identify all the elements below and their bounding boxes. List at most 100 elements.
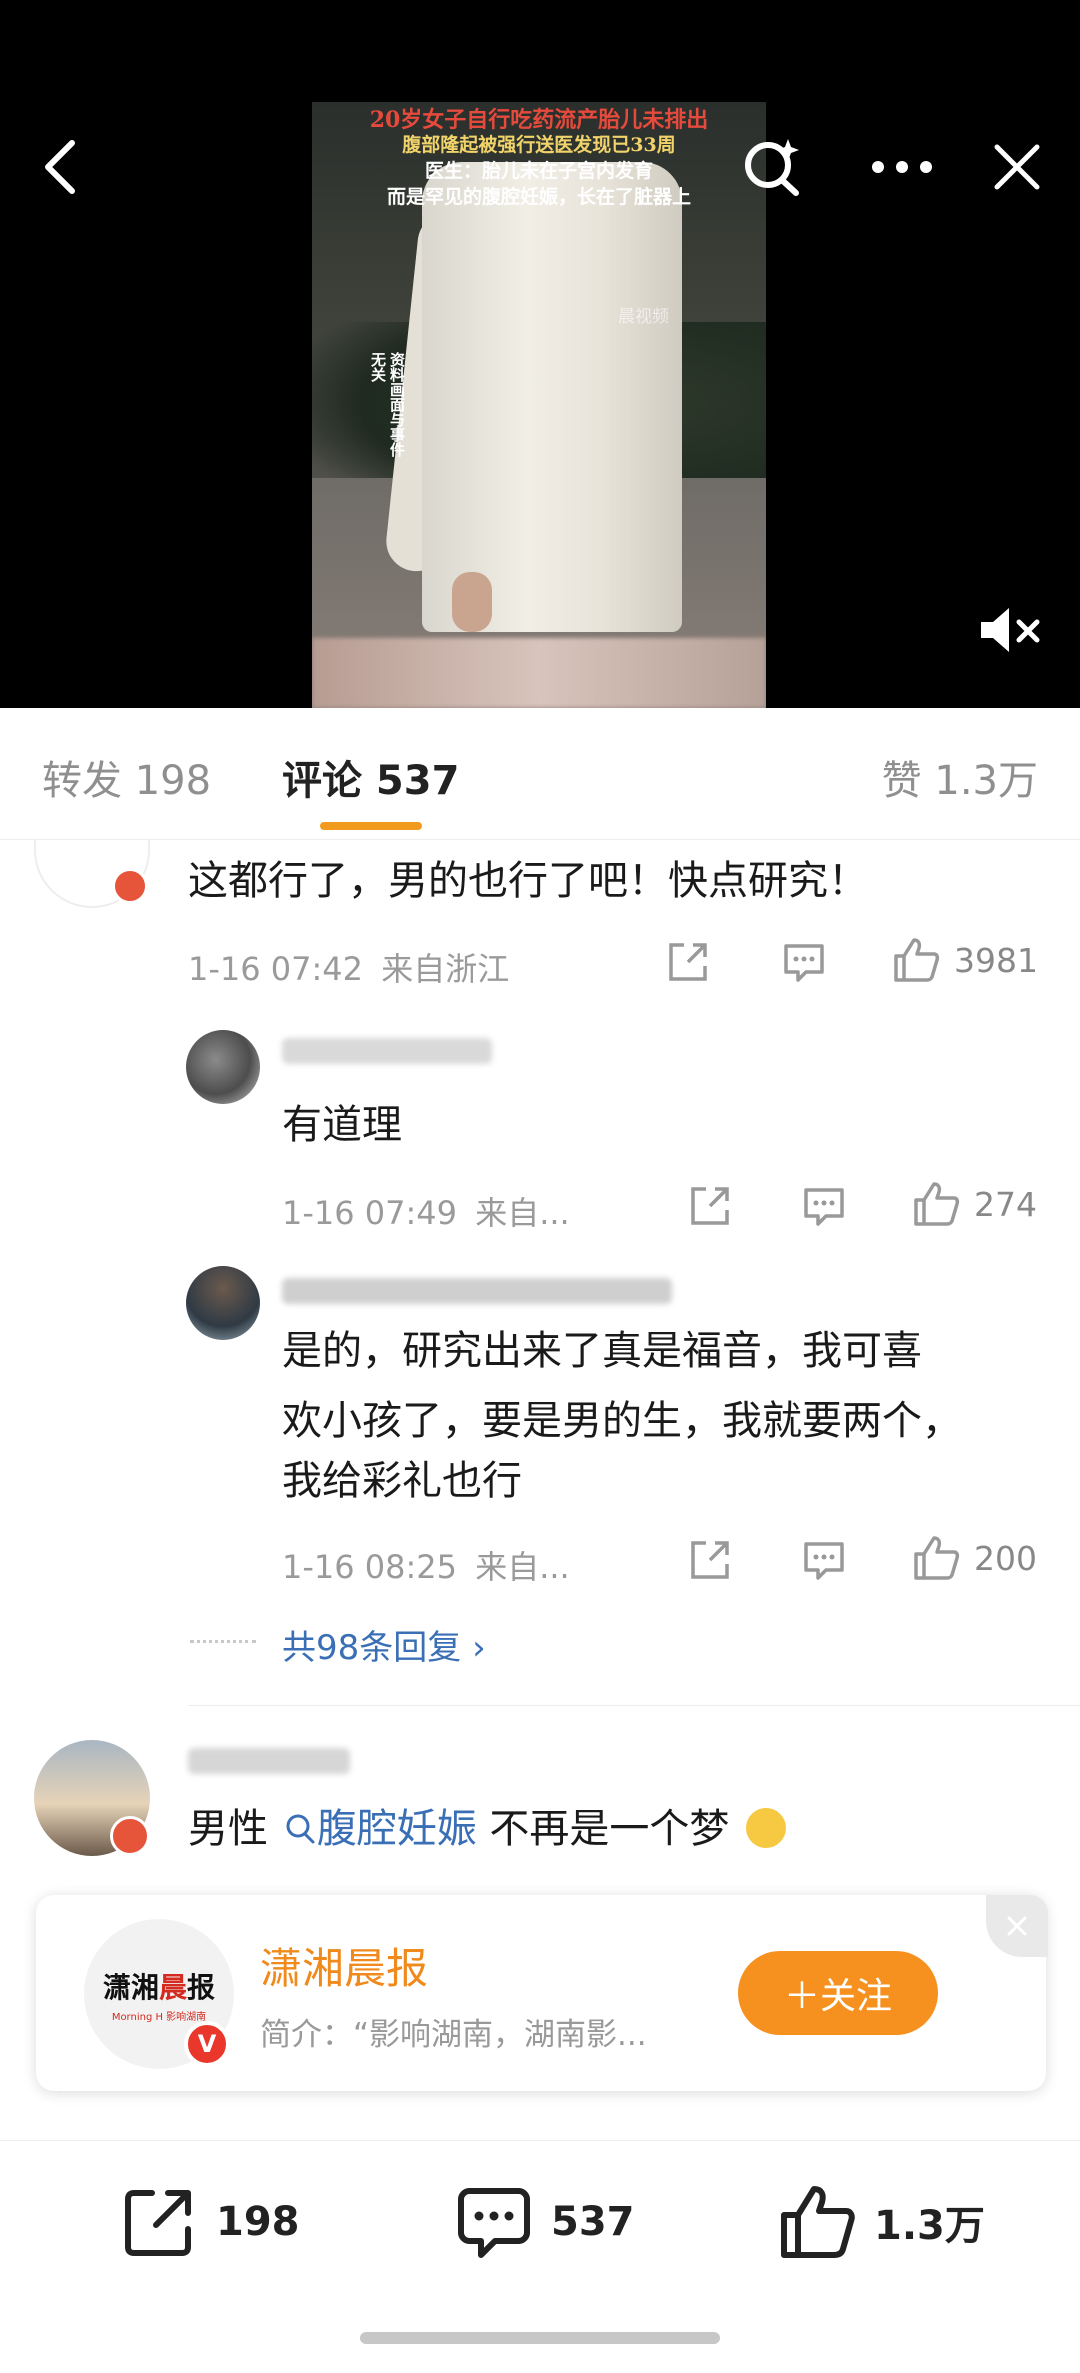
video-caption-line-4: 而是罕见的腹腔妊娠，长在了脏器上 xyxy=(386,186,691,208)
video-caption-line-2: 腹部隆起被强行送医发现已33周 xyxy=(402,134,676,156)
logo-text-a: 潇湘 xyxy=(102,1970,159,2004)
video-frame[interactable]: 20岁女子自行吃药流产胎儿未排出 腹部隆起被强行送医发现已33周 医生：胎儿未在… xyxy=(312,102,766,708)
reply-timestamp: 1-16 08:25 xyxy=(282,1548,458,1586)
video-player[interactable]: 20岁女子自行吃药流产胎儿未排出 腹部隆起被强行送医发现已33周 医生：胎儿未在… xyxy=(0,0,1080,708)
publisher-intro: 简介：“影响湖南，湖南影... xyxy=(260,2017,647,2053)
crying-face-emoji-icon xyxy=(746,1808,787,1848)
bottom-action-bar: 198 537 1.3万 xyxy=(0,2140,1080,2300)
reply-time: 1-16 08:25 来自... xyxy=(282,1542,570,1588)
reply-text-line-2: 欢小孩了，要是男的生，我就要两个， xyxy=(282,1398,962,1444)
view-more-replies-link[interactable]: 共98条回复 › xyxy=(282,1620,486,1669)
reply-location: 来自... xyxy=(475,1194,570,1232)
like-count: 200 xyxy=(974,1538,1037,1578)
repost-button[interactable]: 198 xyxy=(120,2183,300,2261)
comment-text-prefix: 男性 xyxy=(188,1806,268,1852)
publisher-logo-subtext: Morning H 影响湖南 xyxy=(111,2011,207,2023)
video-figure-hand xyxy=(452,572,492,632)
video-watermark: 晨视频 xyxy=(618,307,669,327)
speaker-muted-icon xyxy=(981,608,1040,652)
share-reply-button[interactable] xyxy=(688,1538,732,1582)
reply-text: 有道理 xyxy=(282,1102,402,1148)
comment-count: 537 xyxy=(551,2199,635,2245)
username-blurred[interactable] xyxy=(282,1278,672,1304)
reply-reply-button[interactable] xyxy=(802,1538,846,1582)
repost-count: 198 xyxy=(216,2199,300,2245)
reply-dots-divider xyxy=(190,1640,256,1643)
reply-comment-button[interactable] xyxy=(782,940,826,984)
thumbs-up-icon xyxy=(914,1182,960,1226)
video-figure xyxy=(422,162,682,632)
verified-badge-icon: V xyxy=(184,2021,230,2067)
reply-time: 1-16 07:49 来自... xyxy=(282,1188,570,1234)
user-badge-icon xyxy=(112,868,148,904)
username-blurred[interactable] xyxy=(188,1748,350,1774)
tab-repost[interactable]: 转发 198 xyxy=(42,748,211,806)
close-button[interactable] xyxy=(985,135,1049,199)
reply-reply-button[interactable] xyxy=(802,1184,846,1228)
video-caption-line-3: 医生：胎儿未在子宫内发育 xyxy=(424,160,653,182)
comment-tabs: 转发 198 评论 537 赞 1.3万 xyxy=(0,708,1080,840)
publisher-logo-text: 潇湘晨报 xyxy=(103,1966,215,2006)
search-icon xyxy=(286,1814,315,1844)
thumbs-up-icon xyxy=(894,938,940,982)
follow-button[interactable]: ＋关注 xyxy=(738,1951,938,2035)
more-dots-icon xyxy=(872,161,932,173)
tab-like[interactable]: 赞 1.3万 xyxy=(882,748,1038,806)
search-icon xyxy=(745,139,799,196)
reply-timestamp: 1-16 07:49 xyxy=(282,1194,458,1232)
chevron-left-icon xyxy=(45,140,75,194)
reply-text-line-1: 是的，研究出来了真是福音，我可喜 xyxy=(282,1328,922,1374)
search-button[interactable] xyxy=(740,135,804,199)
like-count: 3981 xyxy=(954,940,1038,980)
tab-comment[interactable]: 评论 537 xyxy=(282,748,459,806)
logo-text-c: 报 xyxy=(187,1970,216,2004)
active-tab-indicator xyxy=(320,822,422,830)
mute-button[interactable] xyxy=(975,600,1045,660)
like-count: 1.3万 xyxy=(874,2203,985,2249)
share-comment-button[interactable] xyxy=(666,940,710,984)
avatar[interactable] xyxy=(186,1030,260,1104)
like-count: 274 xyxy=(974,1184,1037,1224)
hashtag-link[interactable]: 腹腔妊娠 xyxy=(281,1806,477,1852)
like-reply-button[interactable]: 200 xyxy=(912,1534,1037,1582)
like-comment-button[interactable]: 3981 xyxy=(892,936,1038,984)
user-badge-icon xyxy=(110,1816,150,1856)
comment-icon xyxy=(784,944,824,982)
publisher-name[interactable]: 潇湘晨报 xyxy=(260,1935,428,1996)
comment-divider xyxy=(188,1705,1080,1706)
username-blurred[interactable] xyxy=(282,1038,492,1064)
more-button[interactable] xyxy=(870,135,934,199)
comment-location: 来自浙江 xyxy=(381,950,510,988)
close-icon xyxy=(1007,1916,1027,1936)
thumbs-up-icon xyxy=(914,1536,960,1580)
comment-icon xyxy=(804,1542,844,1580)
card-close-button[interactable] xyxy=(986,1895,1048,1957)
hashtag-text: 腹腔妊娠 xyxy=(316,1806,477,1852)
share-icon xyxy=(125,2190,191,2256)
video-blur-strip xyxy=(312,638,766,708)
share-icon xyxy=(691,1541,729,1579)
avatar[interactable] xyxy=(186,1266,260,1340)
video-disclaimer: 资料画面与事件无关 xyxy=(369,352,406,457)
back-button[interactable] xyxy=(28,135,92,199)
comment-timestamp: 1-16 07:42 xyxy=(188,950,364,988)
comment-text-suffix: 不再是一个梦 xyxy=(476,1806,730,1852)
follow-card[interactable]: 潇湘晨报 Morning H 影响湖南 V 潇湘晨报 简介：“影响湖南，湖南影.… xyxy=(36,1895,1048,2091)
comment-icon xyxy=(804,1188,844,1226)
comment-text: 这都行了，男的也行了吧！快点研究！ xyxy=(188,858,868,904)
comment-time: 1-16 07:42 来自浙江 xyxy=(188,944,509,990)
reply-location: 来自... xyxy=(475,1548,570,1586)
thumbs-up-icon xyxy=(781,2186,855,2258)
like-reply-button[interactable]: 274 xyxy=(912,1180,1037,1228)
comment-text: 男性 腹腔妊娠 不再是一个梦 xyxy=(188,1800,787,1858)
reply-text-line-3: 我给彩礼也行 xyxy=(282,1458,522,1504)
home-indicator[interactable] xyxy=(360,2332,720,2344)
share-reply-button[interactable] xyxy=(688,1184,732,1228)
like-button[interactable]: 1.3万 xyxy=(778,2183,985,2261)
comment-button[interactable]: 537 xyxy=(455,2183,635,2261)
close-icon xyxy=(994,144,1040,190)
comment-icon xyxy=(458,2188,530,2258)
share-icon xyxy=(691,1187,729,1225)
share-icon xyxy=(669,943,707,981)
logo-text-b: 晨 xyxy=(158,1970,187,2004)
